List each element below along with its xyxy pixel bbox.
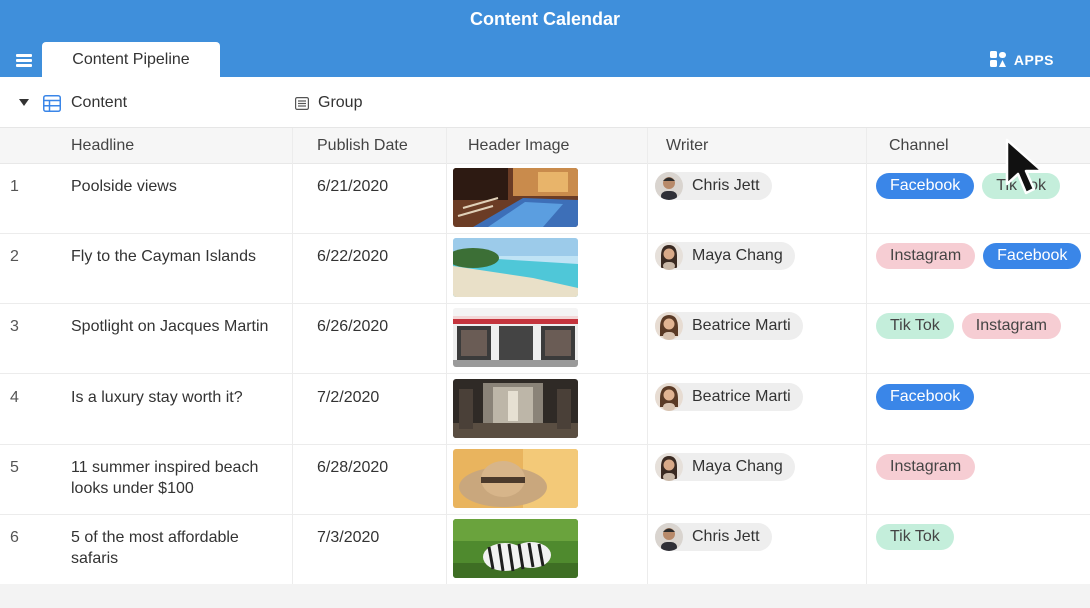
table-row[interactable]: 4 Is a luxury stay worth it? 7/2/2020 Be… xyxy=(0,375,1090,445)
writer-name: Maya Chang xyxy=(692,458,783,475)
row-number: 6 xyxy=(10,529,19,546)
channel-chip-instagram[interactable]: Instagram xyxy=(961,313,1061,339)
writer-chip[interactable]: Maya Chang xyxy=(655,242,795,270)
row-number: 1 xyxy=(10,178,19,195)
group-button[interactable]: Group xyxy=(318,94,362,112)
group-icon xyxy=(295,97,309,110)
writer-name: Maya Chang xyxy=(692,247,783,264)
publish-date-cell[interactable]: 7/3/2020 xyxy=(317,527,379,548)
grid-view-icon xyxy=(43,95,61,112)
mouse-cursor-icon xyxy=(1005,138,1044,195)
channel-cell: Facebook xyxy=(876,384,975,410)
channel-chip-instagram[interactable]: Instagram xyxy=(876,454,976,480)
table-header: Headline Publish Date Header Image Write… xyxy=(0,128,1090,164)
lobby-photo[interactable] xyxy=(453,379,578,438)
channel-chip-facebook[interactable]: Facebook xyxy=(876,384,975,410)
app-header: Content Calendar Content Pipeline APPS xyxy=(0,0,1090,77)
channel-cell: Instagram Facebook xyxy=(876,243,1082,269)
publish-date-cell[interactable]: 6/26/2020 xyxy=(317,316,388,337)
apps-button[interactable]: APPS xyxy=(989,51,1054,68)
tab-content-pipeline[interactable]: Content Pipeline xyxy=(42,42,220,77)
avatar xyxy=(655,523,683,551)
headline-cell[interactable]: Is a luxury stay worth it? xyxy=(71,387,281,408)
apps-label: APPS xyxy=(1013,51,1054,68)
row-number: 2 xyxy=(10,248,19,265)
writer-name: Beatrice Marti xyxy=(692,317,791,334)
headline-cell[interactable]: Fly to the Cayman Islands xyxy=(71,246,281,267)
app-title: Content Calendar xyxy=(469,9,620,29)
collapse-caret-icon[interactable] xyxy=(19,99,29,106)
table-row[interactable]: 5 11 summer inspired beach looks under $… xyxy=(0,445,1090,515)
writer-chip[interactable]: Maya Chang xyxy=(655,453,795,481)
headline-cell[interactable]: 5 of the most affordable safaris xyxy=(71,527,281,569)
column-header-headline[interactable]: Headline xyxy=(71,128,134,164)
hamburger-menu-icon[interactable] xyxy=(14,52,34,68)
headline-cell[interactable]: Poolside views xyxy=(71,176,281,197)
channel-cell: Instagram xyxy=(876,454,976,480)
view-bar: Content Group xyxy=(0,77,1090,128)
avatar xyxy=(655,453,683,481)
publish-date-cell[interactable]: 6/21/2020 xyxy=(317,176,388,197)
table-footer xyxy=(0,584,1090,608)
avatar xyxy=(655,383,683,411)
column-header-header-image[interactable]: Header Image xyxy=(468,128,569,164)
row-number: 4 xyxy=(10,389,19,406)
column-header-publish-date[interactable]: Publish Date xyxy=(317,128,408,164)
channel-chip-tiktok[interactable]: Tik Tok xyxy=(876,313,954,339)
channel-cell: Tik Tok Instagram xyxy=(876,313,1061,339)
column-divider xyxy=(446,128,447,584)
row-number: 5 xyxy=(10,459,19,476)
straw-hat-photo[interactable] xyxy=(453,449,578,508)
avatar xyxy=(655,242,683,270)
writer-chip[interactable]: Chris Jett xyxy=(655,523,772,551)
beach-photo[interactable] xyxy=(453,238,578,297)
writer-chip[interactable]: Beatrice Marti xyxy=(655,383,803,411)
publish-date-cell[interactable]: 7/2/2020 xyxy=(317,387,379,408)
channel-chip-facebook[interactable]: Facebook xyxy=(983,243,1082,269)
column-divider xyxy=(292,128,293,584)
column-divider xyxy=(866,128,867,584)
table-row[interactable]: 3 Spotlight on Jacques Martin 6/26/2020 … xyxy=(0,304,1090,374)
publish-date-cell[interactable]: 6/28/2020 xyxy=(317,457,388,478)
column-divider xyxy=(647,128,648,584)
table-row[interactable]: 1 Poolside views 6/21/2020 Chris Jett Fa… xyxy=(0,164,1090,234)
channel-cell: Tik Tok xyxy=(876,524,954,550)
writer-name: Chris Jett xyxy=(692,177,760,194)
headline-cell[interactable]: Spotlight on Jacques Martin xyxy=(71,316,281,337)
row-number: 3 xyxy=(10,318,19,335)
column-header-channel[interactable]: Channel xyxy=(889,128,949,164)
zebras-photo[interactable] xyxy=(453,519,578,578)
view-name[interactable]: Content xyxy=(71,94,127,112)
channel-chip-tiktok[interactable]: Tik Tok xyxy=(876,524,954,550)
writer-name: Beatrice Marti xyxy=(692,388,791,405)
avatar xyxy=(655,172,683,200)
writer-chip[interactable]: Beatrice Marti xyxy=(655,312,803,340)
table-row[interactable]: 2 Fly to the Cayman Islands 6/22/2020 Ma… xyxy=(0,234,1090,304)
publish-date-cell[interactable]: 6/22/2020 xyxy=(317,246,388,267)
pool-photo[interactable] xyxy=(453,168,578,227)
headline-cell[interactable]: 11 summer inspired beach looks under $10… xyxy=(71,457,281,499)
storefront-photo[interactable] xyxy=(453,308,578,367)
avatar xyxy=(655,312,683,340)
writer-chip[interactable]: Chris Jett xyxy=(655,172,772,200)
channel-chip-facebook[interactable]: Facebook xyxy=(876,173,975,199)
table-row[interactable]: 6 5 of the most affordable safaris 7/3/2… xyxy=(0,515,1090,585)
apps-icon xyxy=(989,51,1006,67)
writer-name: Chris Jett xyxy=(692,528,760,545)
channel-chip-instagram[interactable]: Instagram xyxy=(876,243,976,269)
column-header-writer[interactable]: Writer xyxy=(666,128,708,164)
